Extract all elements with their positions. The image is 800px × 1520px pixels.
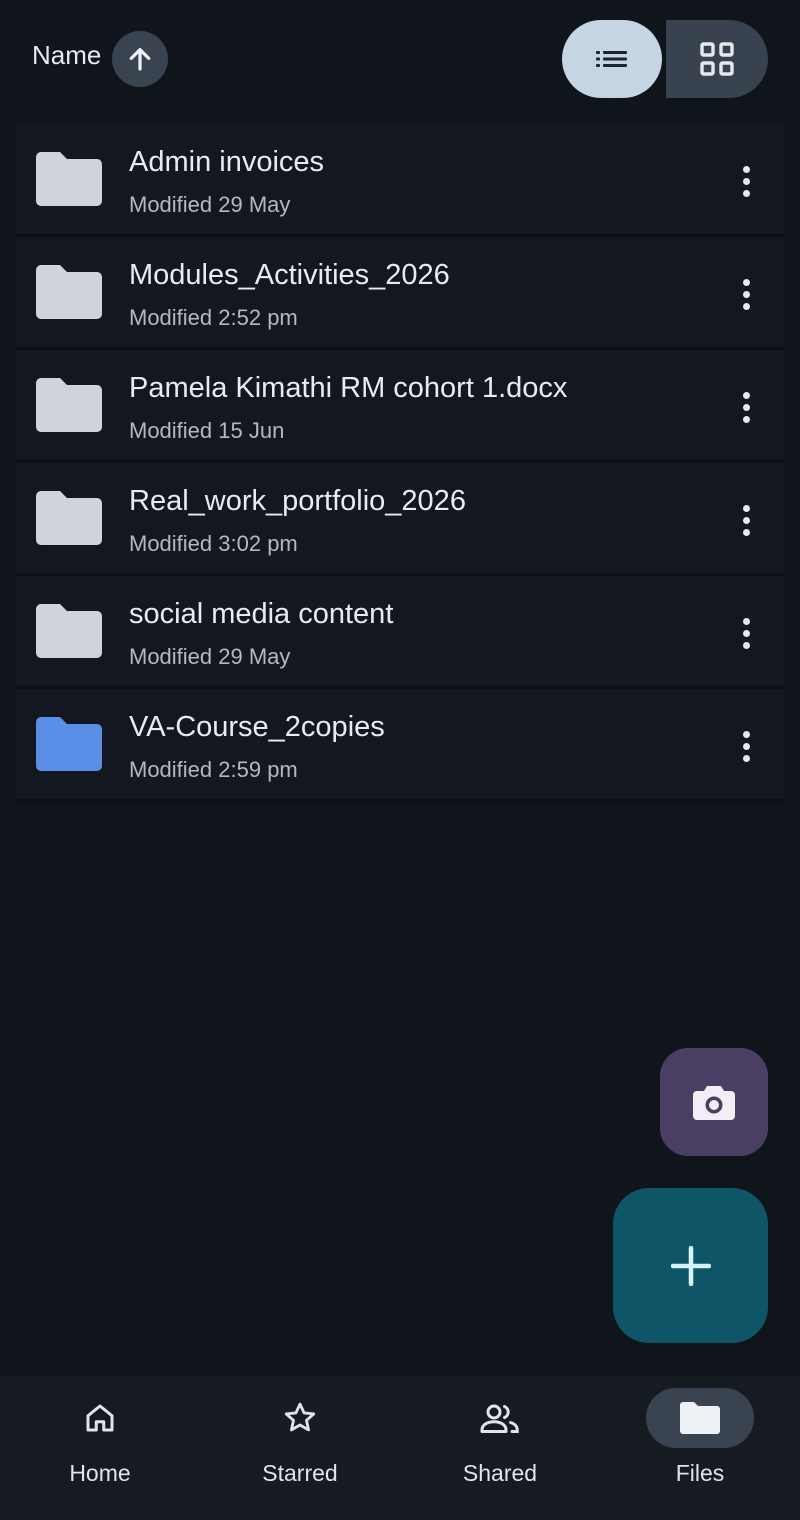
grid-view-icon [700,42,734,76]
scan-camera-button[interactable] [660,1048,768,1156]
grid-view-button[interactable] [666,20,768,98]
more-vert-icon [742,391,750,423]
file-row[interactable]: Modules_Activities_2026 Modified 2:52 pm [16,237,784,350]
more-vert-icon [742,278,750,310]
nav-home[interactable]: Home [0,1376,200,1520]
list-header: Name [16,0,784,118]
nav-icon-container [446,1388,554,1448]
more-vert-icon [742,165,750,197]
file-name: Pamela Kimathi RM cohort 1.docx [129,372,568,404]
file-modified: Modified 2:52 pm [129,305,298,330]
people-icon [480,1404,519,1433]
sort-direction-button[interactable] [112,31,168,87]
more-vert-icon [742,617,750,649]
nav-shared[interactable]: Shared [400,1376,600,1520]
folder-icon [680,1402,720,1434]
file-modified: Modified 29 May [129,192,291,217]
camera-icon [693,1086,735,1120]
folder-icon [36,152,102,206]
more-options-button[interactable] [716,493,776,547]
more-options-button[interactable] [716,154,776,208]
folder-icon [36,265,102,319]
file-modified: Modified 15 Jun [129,418,285,443]
bottom-navigation: Home Starred Shared Files [0,1376,800,1520]
more-options-button[interactable] [716,719,776,773]
list-view-icon [596,51,627,67]
nav-label: Home [69,1460,131,1486]
file-row[interactable]: Admin invoices Modified 29 May [16,124,784,237]
arrow-up-icon [129,48,151,71]
drive-files-screen: Name Admin invoices Modified 29 May Modu… [0,0,800,1520]
folder-icon [36,604,102,658]
create-new-button[interactable] [613,1188,768,1343]
sort-label[interactable]: Name [32,40,101,71]
file-row[interactable]: social media content Modified 29 May [16,576,784,689]
home-icon [86,1404,114,1432]
more-options-button[interactable] [716,267,776,321]
file-modified: Modified 3:02 pm [129,531,298,556]
file-modified: Modified 2:59 pm [129,757,298,782]
more-options-button[interactable] [716,606,776,660]
file-name: Modules_Activities_2026 [129,259,450,291]
nav-files[interactable]: Files [600,1376,800,1520]
plus-icon [670,1245,711,1286]
nav-icon-container-active [646,1388,754,1448]
nav-label: Shared [462,1460,538,1486]
nav-icon-container [46,1388,154,1448]
more-vert-icon [742,504,750,536]
folder-icon [36,717,102,771]
file-name: Admin invoices [129,146,325,178]
folder-icon [36,378,102,432]
file-row[interactable]: Pamela Kimathi RM cohort 1.docx Modified… [16,350,784,463]
view-mode-toggle [562,20,768,98]
file-name: VA-Course_2copies [129,711,385,743]
more-vert-icon [742,730,750,762]
nav-starred[interactable]: Starred [200,1376,400,1520]
file-modified: Modified 29 May [129,644,291,669]
file-list: Admin invoices Modified 29 May Modules_A… [16,124,784,802]
nav-label: Files [675,1460,725,1486]
list-view-button[interactable] [562,20,662,98]
file-name: social media content [129,598,394,630]
star-icon [284,1402,316,1432]
nav-icon-container [246,1388,354,1448]
file-row[interactable]: Real_work_portfolio_2026 Modified 3:02 p… [16,463,784,576]
nav-label: Starred [262,1460,338,1486]
file-name: Real_work_portfolio_2026 [129,485,466,517]
file-row[interactable]: VA-Course_2copies Modified 2:59 pm [16,689,784,802]
more-options-button[interactable] [716,380,776,434]
folder-icon [36,491,102,545]
